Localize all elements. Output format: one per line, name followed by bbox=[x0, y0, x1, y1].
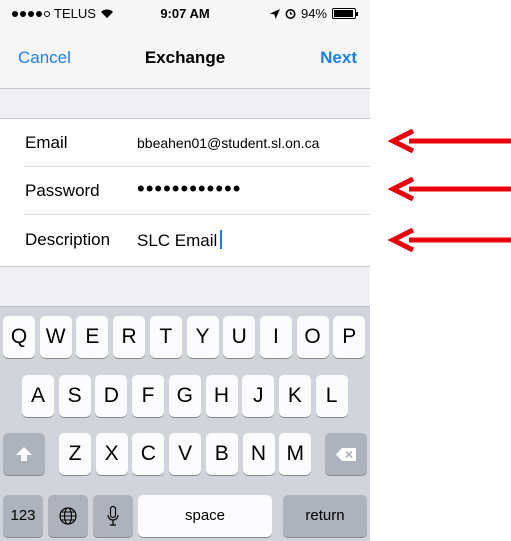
key-n[interactable]: N bbox=[242, 433, 275, 475]
key-h[interactable]: H bbox=[205, 375, 238, 417]
key-e[interactable]: E bbox=[76, 316, 109, 358]
text-cursor bbox=[220, 230, 223, 249]
key-z[interactable]: Z bbox=[59, 433, 91, 475]
key-j[interactable]: J bbox=[242, 375, 275, 417]
red-arrow-description bbox=[387, 228, 511, 252]
key-p[interactable]: P bbox=[333, 316, 366, 358]
key-a[interactable]: A bbox=[22, 375, 54, 417]
key-d[interactable]: D bbox=[95, 375, 128, 417]
microphone-icon bbox=[107, 506, 119, 527]
password-field[interactable]: •••••••••••• bbox=[137, 176, 241, 202]
navigation-bar: Cancel Exchange Next bbox=[0, 26, 370, 89]
alarm-clock-icon bbox=[285, 9, 296, 19]
account-form: Email bbeahen01@student.sl.on.ca Passwor… bbox=[0, 118, 370, 267]
key-c[interactable]: C bbox=[132, 433, 165, 475]
password-label: Password bbox=[25, 181, 100, 200]
email-field[interactable]: bbeahen01@student.sl.on.ca bbox=[137, 135, 319, 151]
cancel-button[interactable]: Cancel bbox=[18, 48, 71, 68]
key-s[interactable]: S bbox=[58, 375, 91, 417]
dictation-key[interactable] bbox=[93, 495, 133, 537]
keyboard: QWERTYUIOP ASDFGHJKL ZXCVBNM 123 space r… bbox=[0, 306, 370, 541]
email-label: Email bbox=[25, 133, 68, 152]
key-w[interactable]: W bbox=[39, 316, 72, 358]
phone-screen: TELUS 9:07 AM 94% Cancel Exchange Next E… bbox=[0, 0, 370, 541]
row-divider bbox=[24, 214, 370, 215]
description-label: Description bbox=[25, 230, 111, 249]
description-text: SLC Email bbox=[137, 231, 218, 250]
description-field[interactable]: SLC Email bbox=[137, 230, 223, 251]
key-y[interactable]: Y bbox=[186, 316, 219, 358]
next-button[interactable]: Next bbox=[320, 48, 357, 68]
numbers-key[interactable]: 123 bbox=[3, 495, 43, 537]
red-arrow-password bbox=[387, 177, 511, 201]
key-q[interactable]: Q bbox=[3, 316, 35, 358]
shift-arrow-icon bbox=[16, 447, 32, 462]
key-t[interactable]: T bbox=[149, 316, 182, 358]
key-l[interactable]: L bbox=[315, 375, 348, 417]
backspace-icon bbox=[336, 447, 356, 461]
key-b[interactable]: B bbox=[205, 433, 238, 475]
battery-percent: 94% bbox=[300, 6, 327, 21]
key-g[interactable]: G bbox=[168, 375, 201, 417]
return-key[interactable]: return bbox=[283, 495, 367, 537]
description-row[interactable]: Description SLC Email bbox=[0, 216, 370, 264]
globe-key[interactable] bbox=[48, 495, 88, 537]
key-o[interactable]: O bbox=[296, 316, 329, 358]
key-f[interactable]: F bbox=[132, 375, 165, 417]
key-v[interactable]: V bbox=[169, 433, 202, 475]
globe-icon bbox=[59, 507, 77, 526]
location-arrow-icon bbox=[269, 8, 280, 19]
key-x[interactable]: X bbox=[95, 433, 128, 475]
backspace-key[interactable] bbox=[325, 433, 367, 475]
password-row[interactable]: Password •••••••••••• bbox=[0, 167, 370, 215]
key-m[interactable]: M bbox=[279, 433, 312, 475]
status-bar: TELUS 9:07 AM 94% bbox=[0, 0, 370, 26]
shift-key[interactable] bbox=[3, 433, 45, 475]
battery-icon bbox=[332, 8, 358, 19]
key-i[interactable]: I bbox=[259, 316, 292, 358]
key-k[interactable]: K bbox=[278, 375, 311, 417]
red-arrow-email bbox=[387, 129, 511, 153]
status-right: 94% bbox=[269, 6, 358, 21]
key-u[interactable]: U bbox=[223, 316, 256, 358]
space-key[interactable]: space bbox=[138, 495, 272, 537]
key-r[interactable]: R bbox=[113, 316, 146, 358]
email-row[interactable]: Email bbeahen01@student.sl.on.ca bbox=[0, 119, 370, 167]
